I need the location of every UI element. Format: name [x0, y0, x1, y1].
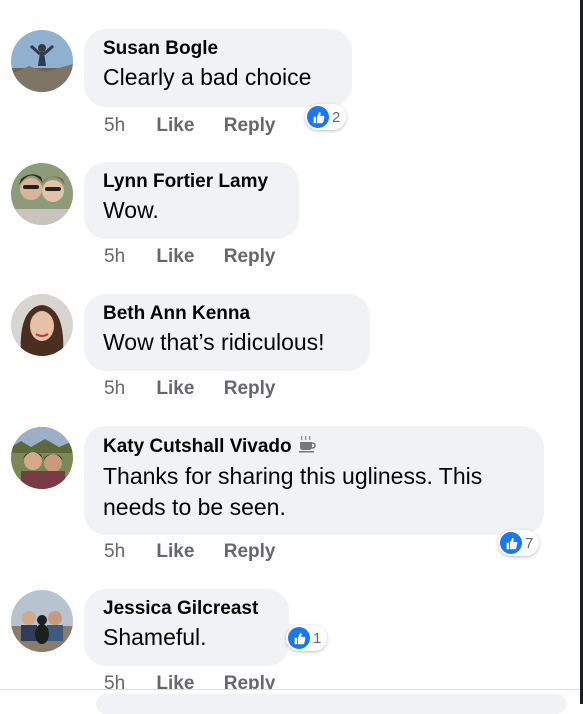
- comment-time[interactable]: 5h: [104, 541, 125, 563]
- comment-author[interactable]: Beth Ann Kenna: [103, 303, 352, 325]
- comment-time[interactable]: 5h: [104, 246, 125, 268]
- comment-bubble: Susan Bogle Clearly a bad choice: [84, 29, 352, 107]
- reaction-count[interactable]: 7: [498, 530, 540, 556]
- comment-author[interactable]: Lynn Fortier Lamy: [103, 171, 281, 193]
- comment-time[interactable]: 5h: [104, 378, 125, 400]
- like-button[interactable]: Like: [156, 115, 194, 137]
- thumbs-up-icon: [500, 532, 522, 554]
- avatar-photo: [11, 294, 73, 356]
- comment-bubble: Beth Ann Kenna Wow that’s ridiculous!: [84, 294, 370, 371]
- comment-text: Wow.: [103, 197, 159, 223]
- comment-bubble: Katy Cutshall Vivado Thanks for sharing …: [84, 426, 544, 535]
- reaction-count-text: 2: [332, 108, 341, 126]
- avatar-photo: [11, 30, 73, 92]
- comment-text: Thanks for sharing this ugliness. This n…: [103, 463, 483, 520]
- comment-actions: 5h Like Reply: [104, 115, 299, 137]
- reply-button[interactable]: Reply: [224, 378, 276, 400]
- reaction-count-text: 1: [313, 629, 322, 647]
- like-button[interactable]: Like: [156, 541, 194, 563]
- reply-button[interactable]: Reply: [224, 541, 276, 563]
- like-button[interactable]: Like: [156, 378, 194, 400]
- avatar[interactable]: [11, 427, 73, 489]
- thumbs-up-icon: [288, 627, 310, 649]
- reply-button[interactable]: Reply: [224, 246, 276, 268]
- comment-actions: 5h Like Reply: [104, 378, 299, 400]
- avatar[interactable]: [11, 590, 73, 652]
- reaction-count[interactable]: 2: [305, 104, 347, 130]
- avatar-photo: [11, 163, 73, 225]
- comment-author[interactable]: Jessica Gilcreast: [103, 598, 271, 620]
- reply-button[interactable]: Reply: [224, 115, 276, 137]
- reaction-count[interactable]: 1: [286, 625, 328, 651]
- comment-bubble: Jessica Gilcreast Shameful.: [84, 589, 289, 666]
- comment-text: Shameful.: [103, 624, 207, 650]
- avatar[interactable]: [11, 163, 73, 225]
- comment-bubble: Lynn Fortier Lamy Wow.: [84, 162, 299, 239]
- comment-author-row: Katy Cutshall Vivado: [103, 435, 526, 459]
- avatar-photo: [11, 427, 73, 489]
- comment-input-edge[interactable]: [96, 694, 566, 714]
- comment-time[interactable]: 5h: [104, 115, 125, 137]
- comment-text: Wow that’s ridiculous!: [103, 329, 325, 355]
- comment-actions: 5h Like Reply: [104, 246, 299, 268]
- thumbs-up-icon: [307, 106, 329, 128]
- coffee-cup-icon: [298, 435, 316, 459]
- comment-text: Clearly a bad choice: [103, 64, 312, 90]
- avatar[interactable]: [11, 294, 73, 356]
- comment-author[interactable]: Susan Bogle: [103, 38, 334, 60]
- reaction-count-text: 7: [525, 534, 534, 552]
- avatar[interactable]: [11, 30, 73, 92]
- avatar-photo: [11, 590, 73, 652]
- comment-actions: 5h Like Reply: [104, 541, 299, 563]
- comment-author[interactable]: Katy Cutshall Vivado: [103, 436, 292, 457]
- like-button[interactable]: Like: [156, 246, 194, 268]
